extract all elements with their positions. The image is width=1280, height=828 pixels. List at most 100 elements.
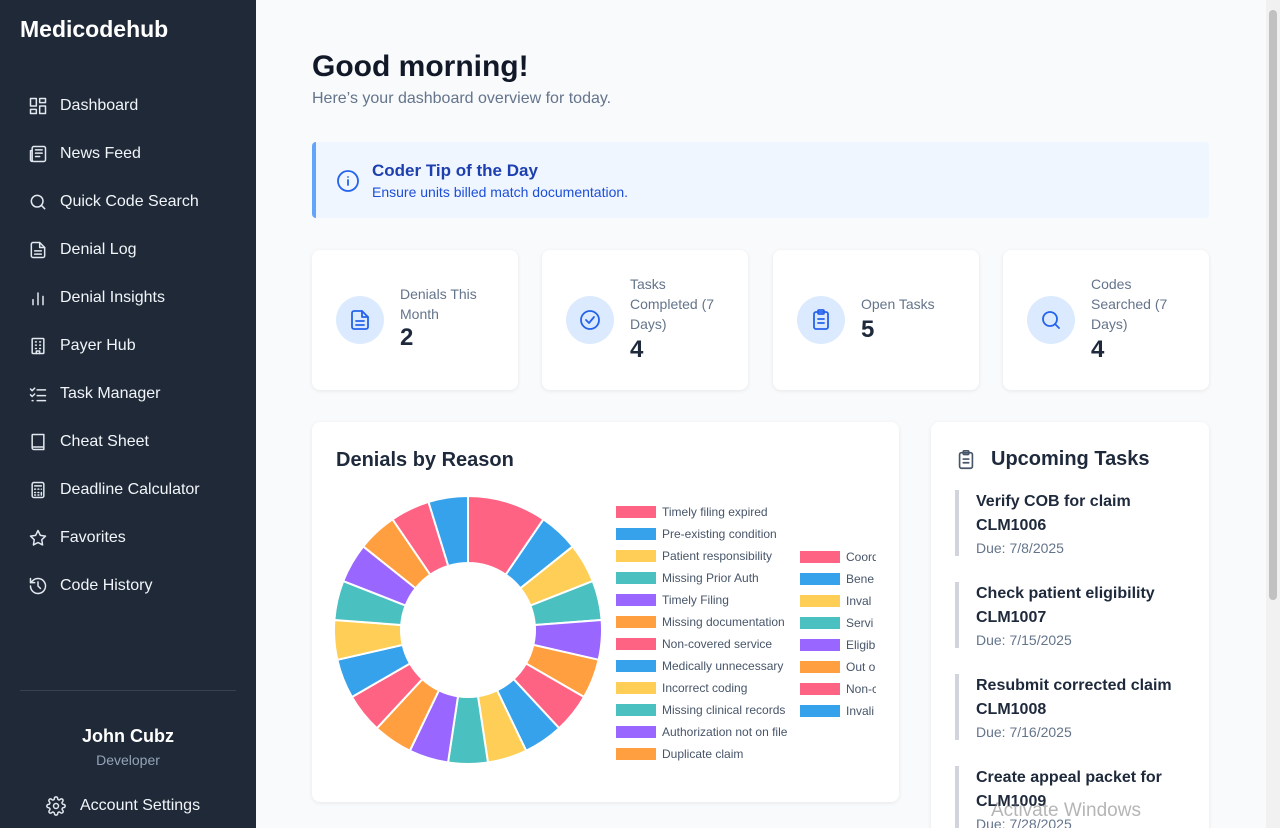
sidebar-item-label: News Feed [60, 145, 141, 162]
legend-swatch [800, 573, 840, 585]
page-subtitle: Here’s your dashboard overview for today… [312, 90, 612, 107]
legend-swatch [800, 661, 840, 673]
checklist-icon [28, 384, 48, 404]
stat-card-tasks-completed[interactable]: Tasks Completed (7 Days) 4 [542, 250, 748, 390]
legend-item[interactable]: Patient responsibility [616, 549, 772, 563]
legend-item[interactable]: Coord [800, 550, 876, 564]
building-icon [28, 336, 48, 356]
sidebar-item-label: Denial Log [60, 241, 137, 258]
tip-of-the-day: Coder Tip of the Day Ensure units billed… [312, 142, 1209, 218]
search-icon [1027, 296, 1075, 344]
calculator-icon [28, 480, 48, 500]
chart-title: Denials by Reason [336, 449, 514, 471]
sidebar-item-denial-insights[interactable]: Denial Insights [20, 274, 236, 322]
sidebar-nav: Dashboard News Feed Quick Code Search De… [20, 82, 236, 610]
user-name: John Cubz [82, 726, 174, 746]
document-icon [336, 296, 384, 344]
sidebar-item-news-feed[interactable]: News Feed [20, 130, 236, 178]
legend-item[interactable]: Authorization not on file [616, 725, 787, 739]
bar-chart-icon [28, 288, 48, 308]
legend-swatch [800, 551, 840, 563]
task-title: Check patient eligibility CLM1007 [976, 585, 1155, 626]
user-role: Developer [96, 752, 160, 768]
sidebar-item-code-history[interactable]: Code History [20, 562, 236, 610]
sidebar-item-cheat-sheet[interactable]: Cheat Sheet [20, 418, 236, 466]
stat-value: 4 [1091, 336, 1105, 363]
scrollbar-thumb[interactable] [1269, 10, 1277, 600]
sidebar-item-payer-hub[interactable]: Payer Hub [20, 322, 236, 370]
task-item[interactable]: Resubmit corrected claim CLM1008 Due: 7/… [955, 674, 1185, 740]
legend-item[interactable]: Incorrect coding [616, 681, 747, 695]
legend-swatch [616, 572, 656, 584]
account-settings-label: Account Settings [80, 797, 201, 814]
legend-label: Bene [846, 572, 875, 586]
account-settings-button[interactable]: Account Settings [46, 796, 200, 816]
sidebar-item-quick-code-search[interactable]: Quick Code Search [20, 178, 236, 226]
tip-text: Ensure units billed match documentation. [372, 184, 629, 200]
page-scrollbar[interactable] [1266, 0, 1280, 828]
brand-logo[interactable]: Medicodehub [20, 16, 168, 43]
legend-swatch [616, 704, 656, 716]
legend-label: Missing clinical records [662, 703, 786, 717]
legend-label: Timely Filing [662, 593, 729, 607]
legend-item[interactable]: Invali [800, 704, 874, 718]
legend-label: Pre-existing condition [662, 527, 777, 541]
legend-label: Out o [846, 660, 876, 674]
legend-label: Missing Prior Auth [662, 571, 759, 585]
sidebar-item-label: Task Manager [60, 385, 161, 402]
sidebar-item-label: Dashboard [60, 97, 139, 114]
sidebar-item-label: Cheat Sheet [60, 433, 149, 450]
legend-item[interactable]: Bene [800, 572, 874, 586]
legend-item[interactable]: Missing documentation [616, 615, 785, 629]
sidebar-item-dashboard[interactable]: Dashboard [20, 82, 236, 130]
legend-swatch [616, 616, 656, 628]
legend-label: Timely filing expired [662, 505, 768, 519]
check-circle-icon [566, 296, 614, 344]
legend-item[interactable]: Eligib [800, 638, 875, 652]
legend-label: Authorization not on file [662, 725, 788, 739]
task-item[interactable]: Check patient eligibility CLM1007 Due: 7… [955, 582, 1185, 648]
sidebar-item-favorites[interactable]: Favorites [20, 514, 236, 562]
task-title: Resubmit corrected claim CLM1008 [976, 677, 1172, 718]
gear-icon [46, 796, 66, 816]
legend-item[interactable]: Out o [800, 660, 875, 674]
clipboard-icon [797, 296, 845, 344]
legend-item[interactable]: Non-covered service [616, 637, 772, 651]
legend-item[interactable]: Non-c [800, 682, 876, 696]
task-due: Due: 7/15/2025 [976, 632, 1072, 648]
stat-card-denials[interactable]: Denials This Month 2 [312, 250, 518, 390]
stat-label: Tasks Completed (7 Days) [630, 276, 715, 332]
legend-swatch [800, 683, 840, 695]
sidebar-item-task-manager[interactable]: Task Manager [20, 370, 236, 418]
sidebar: Medicodehub Dashboard News Feed Quick Co… [0, 0, 256, 828]
legend-item[interactable]: Timely Filing [616, 593, 729, 607]
legend-swatch [616, 594, 656, 606]
sidebar-item-label: Code History [60, 577, 153, 594]
legend-item[interactable]: Missing clinical records [616, 703, 785, 717]
sidebar-item-denial-log[interactable]: Denial Log [20, 226, 236, 274]
legend-swatch [800, 595, 840, 607]
legend-swatch [616, 682, 656, 694]
star-icon [28, 528, 48, 548]
legend-item[interactable]: Servi [800, 616, 873, 630]
stat-card-open-tasks[interactable]: Open Tasks 5 [773, 250, 979, 390]
dashboard-icon [28, 96, 48, 116]
legend-item[interactable]: Pre-existing condition [616, 527, 777, 541]
legend-item[interactable]: Missing Prior Auth [616, 571, 759, 585]
legend-swatch [616, 528, 656, 540]
sidebar-item-deadline-calculator[interactable]: Deadline Calculator [20, 466, 236, 514]
legend-item[interactable]: Medically unnecessary [616, 659, 783, 673]
tip-title: Coder Tip of the Day [372, 161, 538, 180]
legend-label: Coord [846, 550, 876, 564]
legend-label: Non-covered service [662, 637, 773, 651]
task-title: Verify COB for claim CLM1006 [976, 493, 1131, 534]
sidebar-item-label: Favorites [60, 529, 126, 546]
task-due: Due: 7/16/2025 [976, 724, 1072, 740]
stat-card-codes-searched[interactable]: Codes Searched (7 Days) 4 [1003, 250, 1209, 390]
task-item[interactable]: Verify COB for claim CLM1006 Due: 7/8/20… [955, 490, 1185, 556]
legend-item[interactable]: Timely filing expired [616, 505, 768, 519]
tasks-title: Upcoming Tasks [991, 448, 1150, 470]
legend-item[interactable]: Inval [800, 594, 871, 608]
newspaper-icon [28, 144, 48, 164]
legend-item[interactable]: Duplicate claim [616, 747, 743, 761]
